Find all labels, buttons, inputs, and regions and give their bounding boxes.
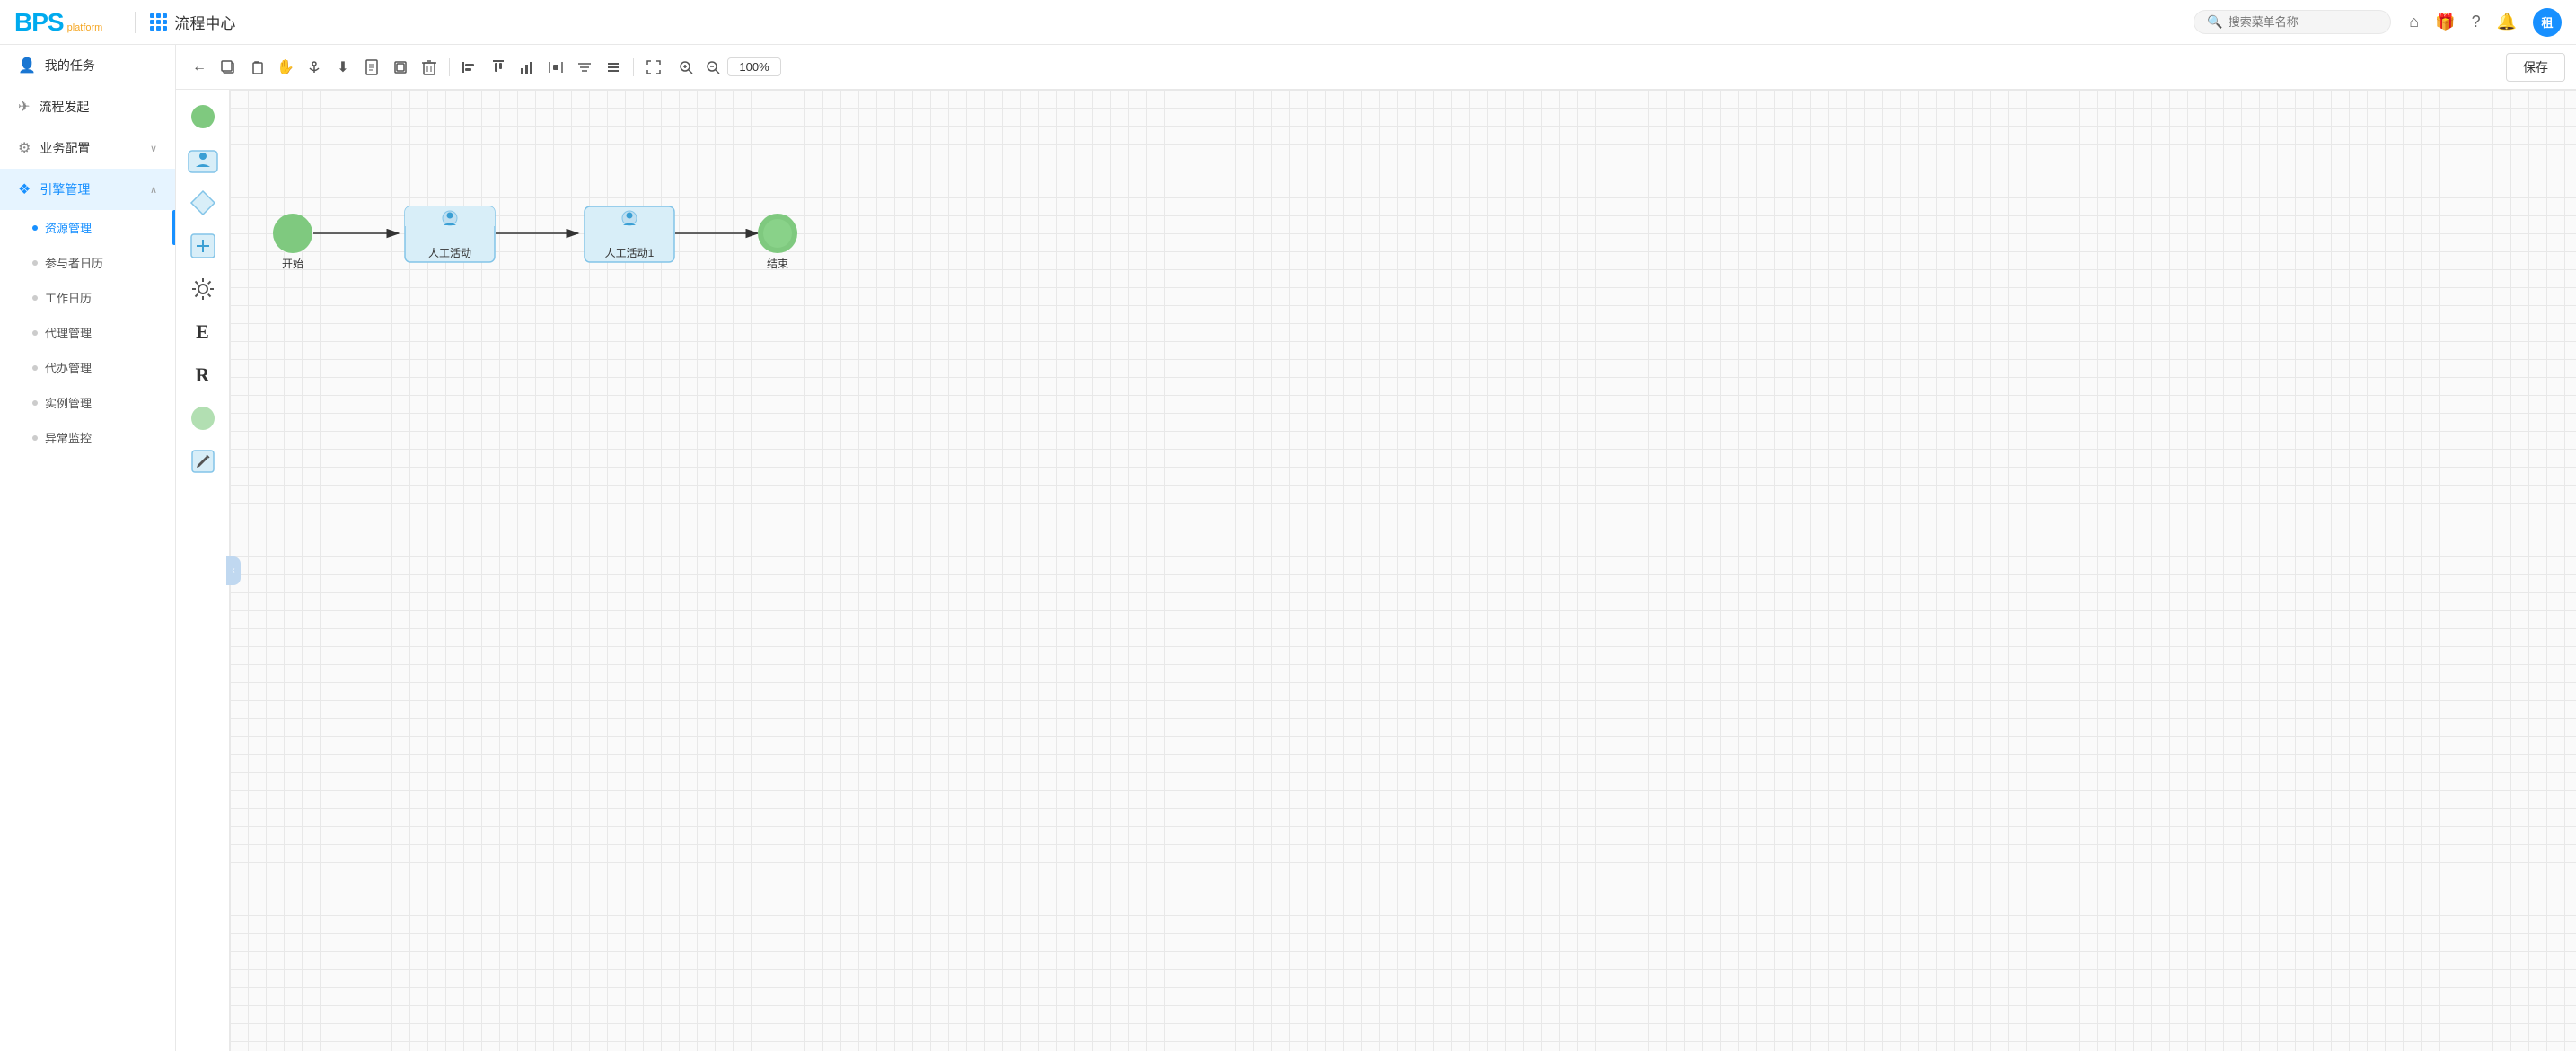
send-icon: ✈ [18, 98, 30, 116]
palette-user-node[interactable] [183, 140, 223, 180]
page-title: 流程中心 [174, 11, 235, 33]
flow-diagram: 开始 人工活动 人工活动1 [239, 162, 957, 344]
avatar[interactable]: 租 [2533, 8, 2562, 37]
task1-label: 人工活动 [428, 247, 471, 259]
task2-label: 人工活动1 [605, 247, 655, 259]
hand-button[interactable]: ✋ [273, 55, 298, 80]
dot [32, 435, 38, 441]
dot [32, 260, 38, 266]
start-label: 开始 [282, 258, 303, 270]
palette-edit-node[interactable] [183, 442, 223, 481]
engine-icon: ❖ [18, 180, 31, 198]
zoom-value[interactable]: 100% [727, 57, 781, 76]
logo-platform: platform [67, 22, 103, 33]
home-icon[interactable]: ⌂ [2409, 13, 2419, 31]
zoom-controls: 100% [673, 55, 781, 80]
logo-bps: BPS [14, 8, 64, 37]
align-top-button[interactable] [486, 55, 511, 80]
sidebar-sub-label: 代办管理 [45, 359, 92, 376]
sidebar-item-flow-launch[interactable]: ✈ 流程发起 [0, 86, 175, 127]
chevron-down-icon: ∨ [150, 143, 157, 154]
save-button[interactable]: 保存 [2506, 53, 2565, 82]
header: BPS platform 流程中心 🔍 ⌂ 🎁 ? 🔔 租 [0, 0, 2576, 45]
palette-plus-node[interactable] [183, 226, 223, 266]
palette-start-node[interactable] [183, 97, 223, 136]
main-area: ← ✋ ⬇ [176, 45, 2576, 1051]
dot [32, 400, 38, 406]
palette-collapse-button[interactable]: ‹ [226, 556, 241, 585]
distribute-button[interactable] [543, 55, 568, 80]
separator [633, 58, 634, 76]
sidebar-item-engine-mgmt[interactable]: ❖ 引擎管理 ∧ [0, 169, 175, 210]
sidebar-item-label: 引擎管理 [40, 180, 90, 198]
sidebar-item-label: 业务配置 [40, 139, 90, 157]
palette-circle-node[interactable] [183, 399, 223, 438]
search-bar[interactable]: 🔍 [2194, 10, 2391, 34]
sidebar-sub-label: 资源管理 [45, 219, 92, 236]
align-left-button[interactable] [457, 55, 482, 80]
palette-gear-node[interactable] [183, 269, 223, 309]
doc-button[interactable] [359, 55, 384, 80]
back-button[interactable]: ← [187, 55, 212, 80]
end-label: 结束 [767, 258, 788, 270]
sidebar-sub-item-anomaly-monitor[interactable]: 异常监控 [0, 420, 175, 455]
fullscreen-button[interactable] [641, 55, 666, 80]
sidebar-item-my-tasks[interactable]: 👤 我的任务 [0, 45, 175, 86]
palette-diamond-node[interactable] [183, 183, 223, 223]
delete-button[interactable] [417, 55, 442, 80]
chart-button[interactable] [514, 55, 540, 80]
element-palette: E R [176, 90, 230, 1051]
sidebar-sub-item-participant-cal[interactable]: 参与者日历 [0, 245, 175, 280]
sidebar-sub-item-delegate-mgmt[interactable]: 代办管理 [0, 350, 175, 385]
gift-icon[interactable]: 🎁 [2435, 13, 2455, 31]
header-title: 流程中心 [150, 11, 235, 33]
flow-svg: 开始 人工活动 人工活动1 [239, 162, 957, 341]
sidebar-item-label: 我的任务 [45, 57, 95, 74]
search-icon: 🔍 [2207, 14, 2222, 30]
paste-button[interactable] [244, 55, 269, 80]
bell-icon[interactable]: 🔔 [2497, 13, 2517, 31]
sidebar-sub-label: 代理管理 [45, 324, 92, 341]
separator [449, 58, 450, 76]
chevron-up-icon: ∧ [150, 184, 157, 196]
sidebar-item-label: 流程发起 [39, 98, 89, 116]
sidebar-sub-label: 异常监控 [45, 429, 92, 446]
sidebar-sub-item-resource-mgmt[interactable]: 资源管理 [0, 210, 175, 245]
bars-button[interactable] [601, 55, 626, 80]
header-icons: ⌂ 🎁 ? 🔔 租 [2409, 8, 2562, 37]
grid-icon [150, 13, 167, 31]
download-button[interactable]: ⬇ [330, 55, 356, 80]
palette-r-node[interactable]: R [183, 355, 223, 395]
zoom-in-button[interactable] [673, 55, 699, 80]
header-divider [135, 12, 136, 33]
sidebar-sub-item-instance-mgmt[interactable]: 实例管理 [0, 385, 175, 420]
setting-icon: ⚙ [18, 139, 31, 157]
duplicate-button[interactable] [215, 55, 241, 80]
sidebar-sub-label: 参与者日历 [45, 254, 103, 271]
palette-e-node[interactable]: E [183, 312, 223, 352]
canvas-area[interactable]: E R ‹ 开始 [176, 90, 2576, 1051]
start-node[interactable] [273, 214, 312, 253]
sidebar-sub-label: 工作日历 [45, 289, 92, 306]
toolbar: ← ✋ ⬇ [176, 45, 2576, 90]
dot [32, 295, 38, 301]
zoom-out-button[interactable] [700, 55, 725, 80]
dot [32, 330, 38, 336]
anchor-button[interactable] [302, 55, 327, 80]
search-input[interactable] [2229, 15, 2378, 29]
center-align-button[interactable] [572, 55, 597, 80]
logo: BPS platform [14, 8, 102, 37]
help-icon[interactable]: ? [2472, 13, 2481, 31]
sidebar-item-biz-config[interactable]: ⚙ 业务配置 ∨ [0, 127, 175, 169]
dot [32, 365, 38, 371]
layers-button[interactable] [388, 55, 413, 80]
sidebar-sub-item-proxy-mgmt[interactable]: 代理管理 [0, 315, 175, 350]
sidebar-sub-item-work-cal[interactable]: 工作日历 [0, 280, 175, 315]
sidebar: 👤 我的任务 ✈ 流程发起 ⚙ 业务配置 ∨ ❖ 引擎管理 ∧ 资源管理 参与者… [0, 45, 176, 1051]
active-dot [32, 225, 38, 231]
sidebar-sub-label: 实例管理 [45, 394, 92, 411]
user-icon: 👤 [18, 57, 36, 74]
